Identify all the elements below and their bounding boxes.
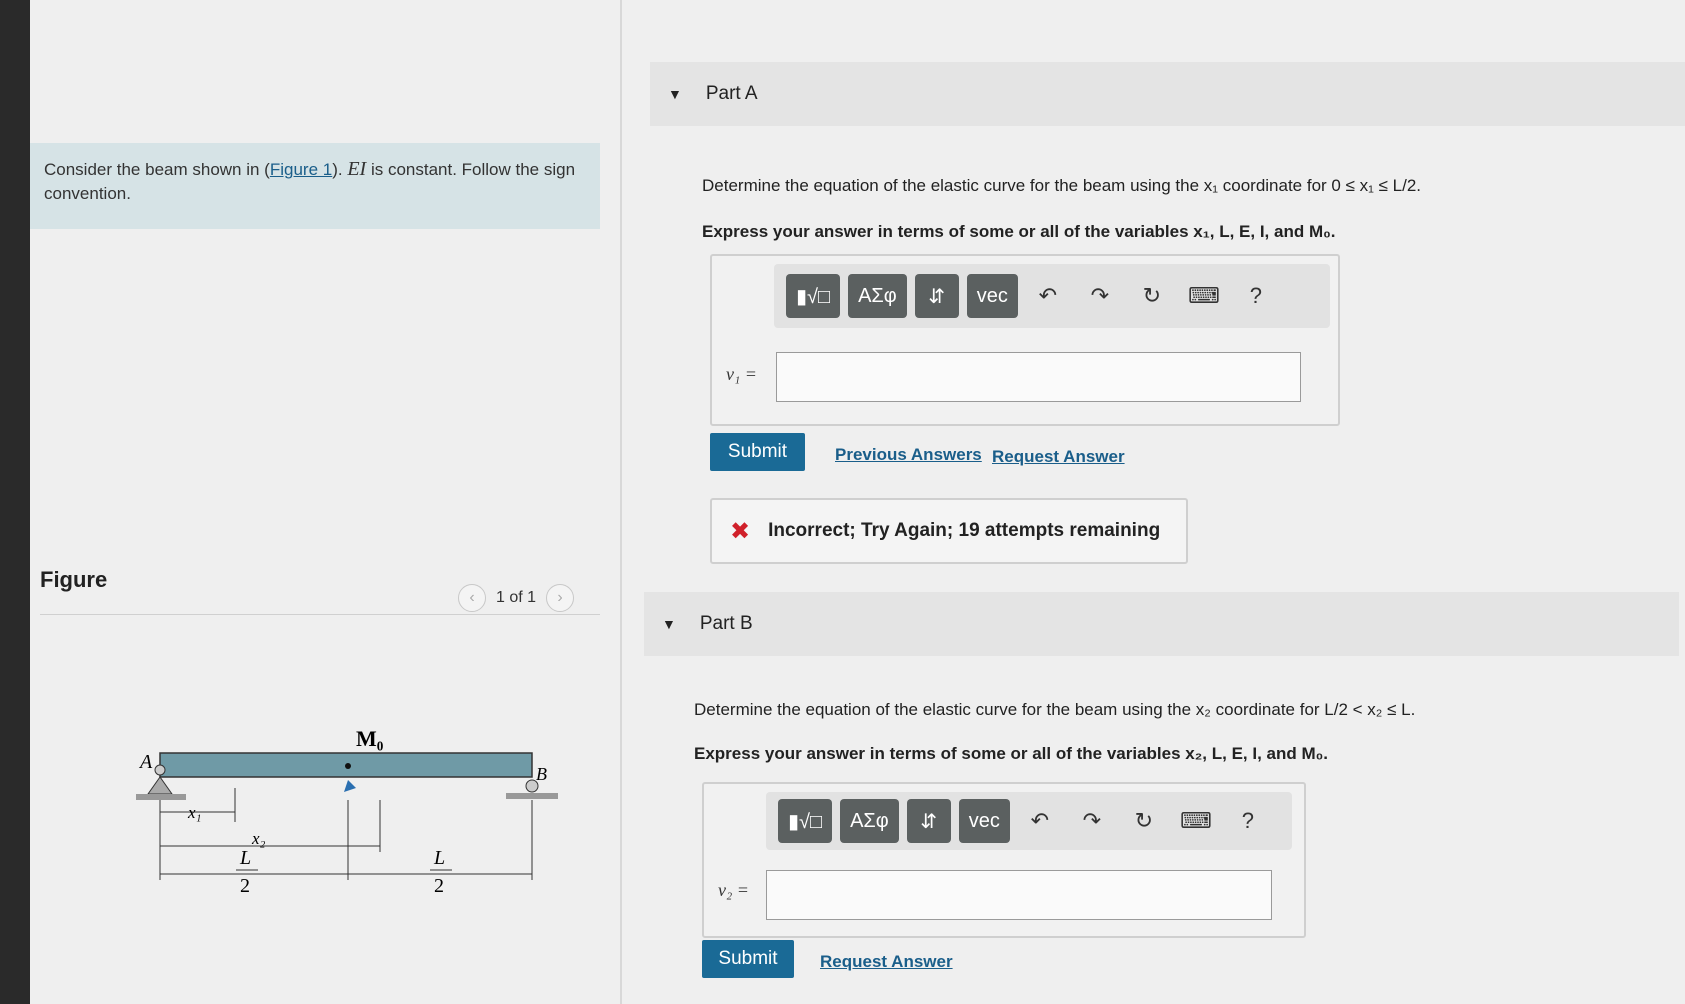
moment-arrow-icon [344, 780, 356, 792]
vector-button[interactable]: vec [958, 799, 1010, 843]
part-a-header[interactable]: ▼ Part A [650, 62, 1685, 126]
redo-icon[interactable]: ↷ [1078, 274, 1122, 318]
prev-figure-button[interactable]: ‹ [458, 584, 486, 612]
figure-title: Figure [40, 567, 108, 592]
part-a-submit-button[interactable]: Submit [710, 433, 805, 471]
collapse-triangle-icon: ▼ [662, 616, 676, 632]
templates-button[interactable]: ▮√□ [778, 799, 833, 843]
chevron-right-icon: › [557, 589, 563, 606]
undo-icon[interactable]: ↶ [1018, 799, 1062, 843]
label-l-right: L [433, 847, 445, 869]
part-a-answer-label: v₁ = [726, 364, 757, 384]
arrows-button[interactable]: ⇵ [906, 799, 951, 843]
help-icon[interactable]: ? [1226, 799, 1270, 843]
part-a-prompt: Determine the equation of the elastic cu… [702, 176, 1422, 195]
label-two-left: 2 [240, 875, 250, 897]
keyboard-icon[interactable]: ⌨ [1174, 799, 1218, 843]
pin-support-a-circle [154, 764, 166, 776]
figure-pager: ‹ 1 of 1 › [458, 584, 575, 612]
pager-count: 1 of 1 [496, 589, 537, 606]
part-a-title: Part A [705, 83, 758, 104]
part-b-express: Express your answer in terms of some or … [694, 744, 1329, 763]
feedback-text: Incorrect; Try Again; 19 attempts remain… [768, 520, 1161, 541]
label-l-left: L [239, 847, 251, 869]
label-b: B [536, 764, 547, 784]
templates-button[interactable]: ▮√□ [786, 274, 841, 318]
right-pane: ▼ Part A Determine the equation of the e… [622, 0, 1685, 1004]
part-a-express: Express your answer in terms of some or … [702, 222, 1336, 241]
part-a-answer-input[interactable] [776, 352, 1301, 402]
part-b-toolbar: ▮√□ ΑΣφ ⇵ vec ↶ ↷ ↻ ⌨ ? [766, 792, 1292, 850]
undo-icon[interactable]: ↶ [1026, 274, 1070, 318]
redo-icon[interactable]: ↷ [1070, 799, 1114, 843]
problem-text: ). [332, 160, 348, 179]
reset-icon[interactable]: ↻ [1122, 799, 1166, 843]
part-b-submit-button[interactable]: Submit [702, 940, 794, 978]
chevron-left-icon: ‹ [469, 589, 475, 606]
reset-icon[interactable]: ↻ [1130, 274, 1174, 318]
part-a-feedback: ✖ Incorrect; Try Again; 19 attempts rema… [710, 498, 1188, 564]
part-b-prompt: Determine the equation of the elastic cu… [694, 700, 1416, 719]
label-two-right: 2 [434, 875, 444, 897]
greek-symbols-button[interactable]: ΑΣφ [848, 274, 907, 318]
vector-button[interactable]: vec [966, 274, 1018, 318]
help-icon[interactable]: ? [1234, 274, 1278, 318]
collapse-triangle-icon: ▼ [668, 86, 682, 102]
problem-statement: Consider the beam shown in (Figure 1). E… [30, 143, 600, 229]
problem-text: Consider the beam shown in ( [44, 160, 270, 179]
next-figure-button[interactable]: › [546, 584, 575, 612]
pin-support-a [147, 776, 173, 795]
part-a-answer-box: ▮√□ ΑΣφ ⇵ vec ↶ ↷ ↻ ⌨ ? v₁ = [710, 254, 1340, 426]
figure-link[interactable]: Figure 1 [270, 160, 332, 179]
ground-b [506, 793, 558, 799]
label-m0: M₀ [356, 726, 384, 751]
label-x2: x₂ [251, 829, 266, 848]
figure-divider [40, 614, 600, 615]
label-a: A [138, 751, 153, 773]
part-a-toolbar: ▮√□ ΑΣφ ⇵ vec ↶ ↷ ↻ ⌨ ? [774, 264, 1330, 328]
ei-symbol: EI [347, 158, 367, 180]
part-a-request-answer-link[interactable]: Request Answer [992, 447, 1125, 467]
screen: Consider the beam shown in (Figure 1). E… [30, 0, 1685, 1004]
part-b-answer-input[interactable] [766, 870, 1272, 920]
greek-symbols-button[interactable]: ΑΣφ [840, 799, 899, 843]
part-b-header[interactable]: ▼ Part B [644, 592, 1679, 656]
ground-a [136, 794, 186, 800]
incorrect-icon: ✖ [730, 517, 751, 545]
left-pane: Consider the beam shown in (Figure 1). E… [30, 0, 622, 1004]
part-b-answer-box: ▮√□ ΑΣφ ⇵ vec ↶ ↷ ↻ ⌨ ? v₂ = [702, 782, 1306, 938]
part-b-answer-label: v₂ = [718, 880, 749, 900]
arrows-button[interactable]: ⇵ [914, 274, 959, 318]
beam-figure: A B M₀ x₁ x₂ L 2 L 2 [136, 726, 558, 897]
moment-point [345, 763, 351, 769]
keyboard-icon[interactable]: ⌨ [1182, 274, 1226, 318]
label-x1: x₁ [187, 803, 201, 822]
previous-answers-link[interactable]: Previous Answers [835, 445, 982, 465]
part-b-title: Part B [699, 613, 753, 634]
part-b-request-answer-link[interactable]: Request Answer [820, 952, 953, 972]
